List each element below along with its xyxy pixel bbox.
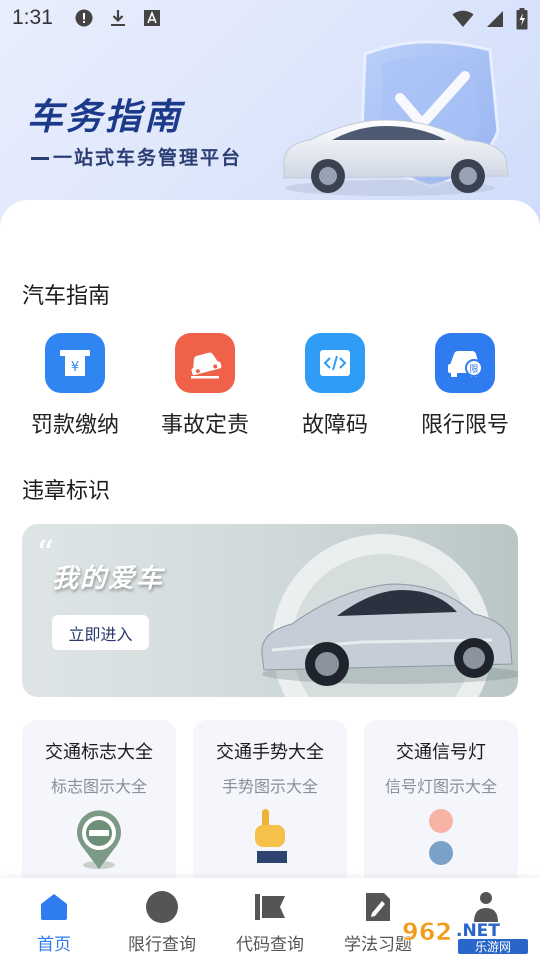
guide-label: 限行限号 <box>420 413 509 438</box>
svg-text:限: 限 <box>469 364 478 375</box>
svg-text:乐游网: 乐游网 <box>475 940 511 954</box>
card-title: 交通信号灯 <box>396 742 486 763</box>
card-title: 交通标志大全 <box>45 742 153 763</box>
nav-label: 限行查询 <box>128 935 196 955</box>
svg-text:.NET: .NET <box>456 921 500 941</box>
my-car-banner[interactable]: “ 我的爱车 立即进入 <box>22 524 518 697</box>
guide-item-accident[interactable]: 事故定责 <box>145 333 265 439</box>
signal-icon <box>486 10 504 32</box>
wifi-icon <box>452 10 474 32</box>
sign-cards: 交通标志大全 标志图示大全 交通手势大全 手势图示大全 交通信号灯 信号灯图示大… <box>22 720 518 890</box>
section-title-car-guide: 汽车指南 <box>22 284 111 309</box>
home-icon <box>37 890 71 924</box>
guide-label: 事故定责 <box>160 413 249 438</box>
car-illustration <box>261 534 518 697</box>
card-title: 交通手势大全 <box>216 742 324 763</box>
download-icon <box>109 9 127 27</box>
guide-label: 故障码 <box>301 413 368 438</box>
enter-now-button[interactable]: 立即进入 <box>52 615 149 650</box>
card-hand-gestures[interactable]: 交通手势大全 手势图示大全 <box>193 720 347 890</box>
status-bar: 1:31 <box>0 0 540 36</box>
card-subtitle: 信号灯图示大全 <box>384 777 497 796</box>
car-guide-grid: ¥ 罚款缴纳 事故定责 故障码 限 限行限号 <box>0 333 540 439</box>
font-icon <box>143 9 161 27</box>
code-query-icon <box>253 890 287 924</box>
svg-text:¥: ¥ <box>71 360 79 375</box>
signal-light-icon <box>401 807 481 877</box>
hero-subtitle: 一站式车务管理平台 <box>31 143 242 170</box>
car-shield-illustration <box>283 40 509 196</box>
hand-gesture-icon <box>230 807 310 877</box>
battery-icon <box>516 8 528 34</box>
guide-item-restriction[interactable]: 限 限行限号 <box>405 333 525 439</box>
accident-icon <box>175 333 235 393</box>
watermark-logo: 962 .NET 乐游网 <box>402 918 528 954</box>
nav-item-restriction-query[interactable]: 限行查询 <box>108 878 216 960</box>
restriction-query-icon <box>145 890 179 924</box>
hero-title: 车务指南 <box>27 97 184 138</box>
guide-item-fault-code[interactable]: 故障码 <box>275 333 395 439</box>
guide-label: 罚款缴纳 <box>30 413 119 438</box>
restriction-icon: 限 <box>435 333 495 393</box>
fine-payment-icon: ¥ <box>45 333 105 393</box>
section-title-violation: 违章标识 <box>22 479 111 504</box>
svg-text:962: 962 <box>402 918 452 946</box>
card-subtitle: 手势图示大全 <box>221 777 318 796</box>
alert-icon <box>75 9 93 27</box>
nav-item-home[interactable]: 首页 <box>0 878 108 960</box>
card-traffic-signs[interactable]: 交通标志大全 标志图示大全 <box>22 720 176 890</box>
traffic-sign-icon <box>59 807 139 877</box>
fault-code-icon <box>305 333 365 393</box>
nav-item-code-query[interactable]: 代码查询 <box>216 878 324 960</box>
guide-item-fine-payment[interactable]: ¥ 罚款缴纳 <box>15 333 135 439</box>
card-signal-lights[interactable]: 交通信号灯 信号灯图示大全 <box>364 720 518 890</box>
banner-title: 我的爱车 <box>52 564 165 594</box>
status-time: 1:31 <box>12 6 53 29</box>
card-subtitle: 标志图示大全 <box>50 777 147 796</box>
nav-label: 代码查询 <box>236 935 304 955</box>
study-icon <box>361 890 395 924</box>
nav-label: 首页 <box>37 935 71 955</box>
